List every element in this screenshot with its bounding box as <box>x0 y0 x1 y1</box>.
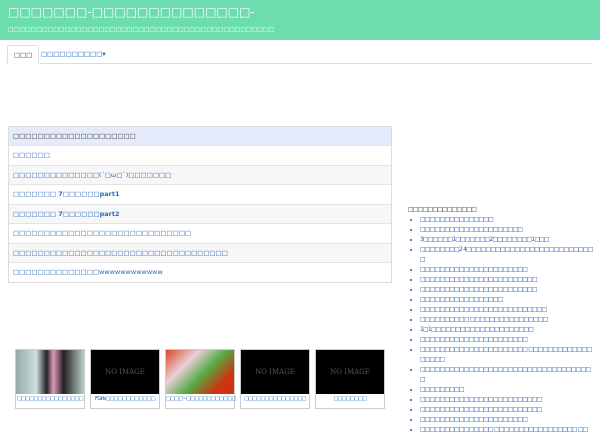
thumbnail-caption[interactable]: FGirls□□□□□□□□□□□□ <box>91 394 159 402</box>
thumbnail-card[interactable]: NO IMAGE □□□□□□□□□□□□□□□ <box>240 349 310 409</box>
ranking-item[interactable]: □□□□□□□ 7□□□□□□part2 <box>9 203 391 223</box>
sidebar-link[interactable]: □□□□□□□□□□□□□□□□□□□□□□□□□ <box>420 405 594 415</box>
thumbnail-card[interactable]: □□□□□□□□□□□□□□□□ <box>15 349 85 409</box>
sidebar-link[interactable]: □□□□□□□□□□□□□□□□□□□□□□ <box>420 265 594 275</box>
tab-category-dropdown[interactable]: □□□□□□□□□□▾ <box>35 45 112 64</box>
site-subtitle: □□□□□□□□□□□□□□□□□□□□□□□□□□□□□□□□□□□□□□□□… <box>8 26 275 33</box>
sidebar-link[interactable]: □□□□□□□□□□□□□□□ □□□□□□□□□□□□□□□□□ □□ <box>420 425 594 435</box>
sidebar-link[interactable]: □□□□□□□□□□□□□□□□□□□□□□□□ <box>420 275 594 285</box>
sidebar-link[interactable]: □□□□□□□□□□□□□□□□□□□□□ <box>420 225 594 235</box>
ranking-item[interactable]: □□□□□□□□□□□□□□wwwwwwwwwwww <box>9 262 391 282</box>
sidebar-link[interactable]: 1□1□□□□□□□□□□□□□□□□□□□□□ <box>420 325 594 335</box>
sidebar-link[interactable]: □□□□□□□□□□□□□□□□□□□□□□ □□□□□□□□□□□□□□□□□… <box>420 345 594 365</box>
sidebar-link[interactable]: □□□□□□□□□ <box>420 385 594 395</box>
sidebar-heading: □□□□□□□□□□□□□□ <box>408 206 477 213</box>
thumbnail-caption[interactable]: □□□□□□□□ <box>316 394 384 402</box>
no-image-placeholder[interactable]: NO IMAGE <box>316 350 384 394</box>
sidebar-link[interactable]: □□□□□□□□□□ □□□□□□□□□□□□□□□□ <box>420 315 594 325</box>
thumbnail-card[interactable]: NO IMAGE □□□□□□□□ <box>315 349 385 409</box>
sidebar-link[interactable]: □□□□□□□□□□□□□□□□□□□□□□ <box>420 335 594 345</box>
sidebar-link[interactable]: □□□□□□□□□□□□□□□□□□□□□□□□ <box>420 285 594 295</box>
ranking-header: □□□□□□□□□□□□□□□□□□□□ <box>9 127 391 145</box>
sidebar-link[interactable]: □□□□□□□□□□□□□□□□□□□□□□ <box>420 415 594 425</box>
ranking-panel: □□□□□□□□□□□□□□□□□□□□ □□□□□□ □□□□□□□□□□□□… <box>8 126 392 283</box>
thumbnail-caption[interactable]: □□□□□□□□□□□□□□□□ <box>16 394 84 402</box>
sidebar-link[interactable]: □□□□□□□□□□□□□□□□□ <box>420 295 594 305</box>
sidebar-link[interactable]: 3□□□□□□1□□□□□□□2□□□□□□□□1□□□ <box>420 235 594 245</box>
sidebar-list: □□□□□□□□□□□□□□□□□□□□□□□□□□□□□□□□□□□□3□□□… <box>408 215 594 435</box>
ranking-item[interactable]: □□□□□□□ 7□□□□□□part1 <box>9 184 391 204</box>
thumbnail-card[interactable]: □□□□~□□□□□□□□□□□□ <box>165 349 236 409</box>
ranking-item[interactable]: □□□□□□□□□□□□□□□□□□□□□□□□□□□□□□□□□□□ <box>9 242 391 262</box>
no-image-placeholder[interactable]: NO IMAGE <box>241 350 309 394</box>
thumbnail-caption[interactable]: □□□□□□□□□□□□□□□ <box>241 394 309 402</box>
sidebar-link[interactable]: □□□□□□□□□□□□□□□□□□□□□□□□□□□□□□□□□□□□ <box>420 365 594 385</box>
site-header: □□□□□□□-□□□□□□□□□□□□□□- □□□□□□□□□□□□□□□□… <box>0 0 600 40</box>
ranking-item[interactable]: □□□□□□ <box>9 145 391 165</box>
thumbnail-image[interactable] <box>166 350 234 394</box>
thumbnail-image[interactable] <box>16 350 84 394</box>
sidebar-link[interactable]: □□□□□□□□□□□□□□□ <box>420 215 594 225</box>
sidebar-link[interactable]: □□□□□□□□□□□□□□□□□□□□□□□□□□ <box>420 305 594 315</box>
thumbnail-card[interactable]: NO IMAGE FGirls□□□□□□□□□□□□ <box>90 349 160 409</box>
thumbnail-caption[interactable]: □□□□~□□□□□□□□□□□□ <box>166 394 236 402</box>
ranking-item[interactable]: □□□□□□□□□□□□□□□□□□□□□□□□□□□□□ <box>9 223 391 243</box>
sidebar-link[interactable]: □□□□□□□□□□□□□□□□□□□□□□□□□ <box>420 395 594 405</box>
nav-tabs: □□□ □□□□□□□□□□▾ <box>6 45 592 64</box>
sidebar: □□□□□□□□□□□□□□ □□□□□□□□□□□□□□□□□□□□□□□□□… <box>408 206 594 435</box>
no-image-placeholder[interactable]: NO IMAGE <box>91 350 159 394</box>
site-title[interactable]: □□□□□□□-□□□□□□□□□□□□□□- <box>8 5 255 19</box>
sidebar-link[interactable]: □□□□□□□□2 4□□□□□□□□□□□□□□□□□□□□□□□□□□□ <box>420 245 594 265</box>
ranking-item[interactable]: □□□□□□□□□□□□□□(´□ω□`)□□□□□□□ <box>9 164 391 184</box>
